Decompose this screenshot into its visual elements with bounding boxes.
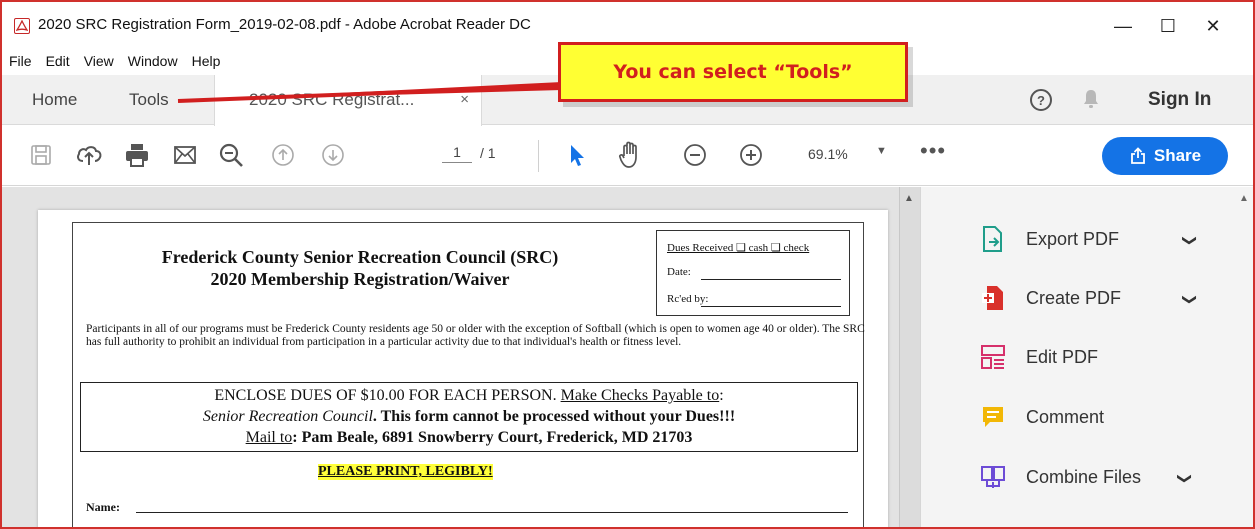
callout-text: You can select “Tools” [613, 61, 853, 83]
menu-window[interactable]: Window [121, 49, 185, 73]
title-bar: 2020 SRC Registration Form_2019-02-08.pd… [2, 2, 1253, 46]
next-page-icon[interactable] [318, 140, 348, 170]
tab-document[interactable]: 2020 SRC Registrat... × [214, 75, 482, 126]
tool-edit-pdf[interactable]: Edit PDF [1026, 347, 1098, 368]
email-icon[interactable] [170, 140, 200, 170]
help-icon[interactable]: ? [1030, 89, 1052, 111]
menu-bar: File Edit View Window Help [2, 49, 227, 73]
acrobat-logo-icon [14, 18, 30, 34]
mail-address: : Pam Beale, 6891 Snowberry Court, Frede… [292, 429, 693, 446]
payable-colon: : [719, 387, 724, 404]
tool-export-pdf[interactable]: Export PDF [1026, 229, 1119, 250]
dues-date-line [701, 279, 841, 280]
create-pdf-chevron-icon[interactable]: ❯ [1181, 294, 1198, 306]
name-field-label: Name: [86, 500, 120, 514]
tab-document-label: 2020 SRC Registrat... [249, 90, 415, 109]
zoom-in-icon[interactable] [736, 140, 766, 170]
zoom-out-icon[interactable] [680, 140, 710, 170]
pdf-page[interactable]: Frederick County Senior Recreation Counc… [38, 210, 888, 527]
more-tools-icon[interactable]: ••• [920, 138, 946, 164]
dues-warning: . This form cannot be processed without … [372, 408, 736, 425]
hand-tool-icon[interactable] [616, 140, 646, 170]
page-total: / 1 [480, 145, 496, 161]
upload-cloud-icon[interactable] [74, 140, 104, 170]
tab-home[interactable]: Home [32, 75, 77, 125]
tab-close-icon[interactable]: × [460, 75, 469, 125]
mail-to-label: Mail to [245, 429, 293, 446]
share-label: Share [1153, 146, 1202, 165]
dues-received-box: Dues Received ❏ cash ❏ check Date: Rc'ed… [656, 230, 850, 316]
tools-pane-scrollbar[interactable]: ▲ [1234, 187, 1253, 527]
comment-icon[interactable] [978, 402, 1008, 432]
eligibility-paragraph: Participants in all of our programs must… [86, 323, 865, 348]
window-title: 2020 SRC Registration Form_2019-02-08.pd… [38, 16, 531, 33]
print-legibly-note: PLEASE PRINT, LEGIBLY! [318, 464, 493, 480]
toolbar: 1 / 1 69.1% ▼ ••• Share [2, 126, 1253, 186]
export-pdf-chevron-icon[interactable]: ❯ [1181, 235, 1198, 247]
share-icon [1130, 147, 1145, 164]
dues-instructions-line-2: Senior Recreation Council. This form can… [81, 406, 857, 427]
page-number-input[interactable]: 1 [442, 144, 472, 163]
tool-comment[interactable]: Comment [1026, 407, 1104, 428]
tab-tools[interactable]: Tools [129, 75, 169, 125]
document-scrollbar[interactable]: ▲ [899, 187, 920, 527]
dues-instructions-line-3: Mail to: Pam Beale, 6891 Snowberry Court… [81, 427, 857, 448]
print-icon[interactable] [122, 140, 152, 170]
organize-pages-icon[interactable] [978, 520, 1008, 527]
document-title-line-2: 2020 Membership Registration/Waiver [210, 269, 510, 289]
dues-rced-label: Rc'ed by: [667, 293, 709, 305]
payable-to-text: Make Checks Payable to [560, 387, 720, 404]
create-pdf-icon[interactable] [978, 283, 1008, 313]
combine-files-chevron-icon[interactable]: ❯ [1176, 473, 1193, 485]
export-pdf-icon[interactable] [978, 224, 1008, 254]
dues-date-label: Date: [667, 266, 691, 278]
callout-box: You can select “Tools” [558, 42, 908, 102]
acrobat-window: 2020 SRC Registration Form_2019-02-08.pd… [0, 0, 1255, 529]
document-title-line-1: Frederick County Senior Recreation Counc… [161, 247, 559, 267]
close-button[interactable]: ✕ [1190, 10, 1236, 42]
menu-edit[interactable]: Edit [39, 49, 77, 73]
document-title: Frederick County Senior Recreation Counc… [90, 246, 630, 290]
minimize-button[interactable]: — [1100, 10, 1146, 42]
edit-pdf-icon[interactable] [978, 342, 1008, 372]
tools-scroll-up-icon[interactable]: ▲ [1239, 193, 1249, 204]
enclose-text: ENCLOSE DUES OF $10.00 FOR EACH PERSON. [214, 387, 561, 404]
previous-page-icon[interactable] [268, 140, 298, 170]
tool-create-pdf[interactable]: Create PDF [1026, 288, 1121, 309]
combine-files-icon[interactable] [978, 462, 1008, 492]
payee-name: Senior Recreation Council [202, 408, 373, 425]
select-cursor-icon[interactable] [562, 140, 592, 170]
menu-view[interactable]: View [77, 49, 121, 73]
scroll-up-icon[interactable]: ▲ [904, 193, 914, 204]
tool-combine-files[interactable]: Combine Files [1026, 467, 1141, 488]
dues-received-label: Dues Received ❏ cash ❏ check [667, 242, 810, 254]
save-icon[interactable] [26, 140, 56, 170]
search-zoom-icon[interactable] [216, 140, 246, 170]
menu-file[interactable]: File [2, 49, 39, 73]
share-button[interactable]: Share [1102, 137, 1228, 175]
dues-rced-line [701, 306, 841, 307]
toolbar-divider [538, 140, 539, 172]
zoom-dropdown-icon[interactable]: ▼ [876, 145, 887, 157]
sign-in-link[interactable]: Sign In [1148, 75, 1211, 125]
dues-instructions-box: ENCLOSE DUES OF $10.00 FOR EACH PERSON. … [80, 382, 858, 452]
name-field-line[interactable] [136, 512, 848, 513]
zoom-level[interactable]: 69.1% [808, 146, 848, 162]
notification-bell-icon[interactable] [1082, 88, 1100, 115]
dues-instructions-line-1: ENCLOSE DUES OF $10.00 FOR EACH PERSON. … [81, 385, 857, 406]
menu-help[interactable]: Help [185, 49, 228, 73]
maximize-button[interactable]: ☐ [1145, 10, 1191, 42]
